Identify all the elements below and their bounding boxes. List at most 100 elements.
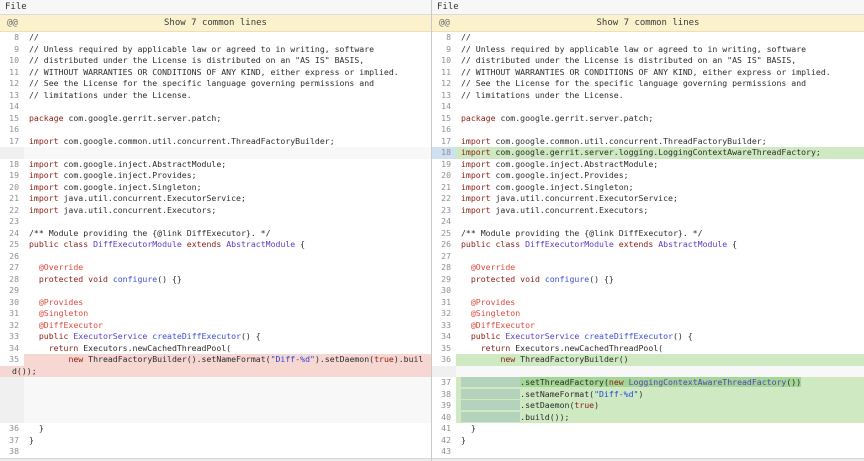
code-rows-left: 8//9// Unless required by applicable law…: [0, 32, 431, 458]
code-line-text: [24, 147, 431, 159]
code-line-text: d());: [12, 366, 431, 378]
line-number[interactable]: 14: [0, 101, 24, 113]
expand-common-lines-button[interactable]: @@ Show 7 common lines: [432, 15, 864, 32]
line-number[interactable]: 18: [0, 159, 24, 171]
line-number[interactable]: 32: [432, 308, 456, 320]
line-number[interactable]: 28: [0, 274, 24, 286]
line-number[interactable]: 16: [432, 124, 456, 136]
line-number[interactable]: 9: [0, 44, 24, 56]
line-number[interactable]: 15: [432, 113, 456, 125]
filler-row: [0, 400, 431, 412]
code-line-text: [456, 366, 864, 378]
line-number[interactable]: 29: [432, 274, 456, 286]
line-number[interactable]: 31: [432, 297, 456, 309]
code-line-text: import com.google.inject.AbstractModule;: [456, 159, 864, 171]
line-number[interactable]: 12: [0, 78, 24, 90]
line-number[interactable]: 33: [432, 320, 456, 332]
line-number[interactable]: 31: [0, 308, 24, 320]
filler-row: [0, 147, 431, 159]
code-row: 16: [0, 124, 431, 136]
line-number[interactable]: 37: [0, 435, 24, 447]
line-number[interactable]: 11: [432, 67, 456, 79]
line-number: [0, 400, 24, 412]
line-number[interactable]: 42: [432, 435, 456, 447]
filler-row: [0, 377, 431, 389]
line-number[interactable]: 37: [432, 377, 456, 389]
code-row: 19import com.google.inject.Provides;: [0, 170, 431, 182]
line-number[interactable]: 24: [432, 216, 456, 228]
line-number[interactable]: 36: [0, 423, 24, 435]
line-number[interactable]: 8: [432, 32, 456, 44]
code-line-text: // limitations under the License.: [24, 90, 431, 102]
line-number[interactable]: 14: [432, 101, 456, 113]
line-number[interactable]: 20: [0, 182, 24, 194]
line-number[interactable]: 22: [0, 205, 24, 217]
line-number[interactable]: 24: [0, 228, 24, 240]
hunk-marker: @@: [7, 15, 18, 31]
code-row: 8//: [432, 32, 864, 44]
line-number[interactable]: 16: [0, 124, 24, 136]
line-number[interactable]: 19: [0, 170, 24, 182]
code-line-text: [456, 285, 864, 297]
line-number[interactable]: 18: [432, 147, 456, 159]
line-number[interactable]: 13: [0, 90, 24, 102]
code-line-text: /** Module providing the {@link DiffExec…: [456, 228, 864, 240]
end-of-file-band: [0, 458, 431, 461]
code-row: 38 .setNameFormat("Diff-%d"): [432, 389, 864, 401]
filler-row: [0, 389, 431, 401]
code-row: 35 return Executors.newCachedThreadPool(: [432, 343, 864, 355]
line-number[interactable]: 27: [0, 262, 24, 274]
line-number[interactable]: 10: [432, 55, 456, 67]
code-row: 31 @Provides: [432, 297, 864, 309]
line-number[interactable]: 19: [432, 159, 456, 171]
line-number[interactable]: 20: [432, 170, 456, 182]
line-number[interactable]: 27: [432, 251, 456, 263]
line-number[interactable]: 9: [432, 44, 456, 56]
line-number[interactable]: 8: [0, 32, 24, 44]
line-number[interactable]: 30: [0, 297, 24, 309]
line-number[interactable]: 23: [432, 205, 456, 217]
code-row: 34 return Executors.newCachedThreadPool(: [0, 343, 431, 355]
line-number[interactable]: 39: [432, 400, 456, 412]
line-number[interactable]: 26: [432, 239, 456, 251]
code-row: 25/** Module providing the {@link DiffEx…: [432, 228, 864, 240]
code-line-text: @DiffExecutor: [456, 320, 864, 332]
line-number[interactable]: 21: [0, 193, 24, 205]
code-line-text: [24, 251, 431, 263]
expand-common-lines-button[interactable]: @@ Show 7 common lines: [0, 15, 431, 32]
line-number[interactable]: 43: [432, 446, 456, 458]
line-number: [0, 147, 24, 159]
line-number[interactable]: 40: [432, 412, 456, 424]
line-number[interactable]: 34: [0, 343, 24, 355]
line-number[interactable]: 41: [432, 423, 456, 435]
line-number[interactable]: 25: [0, 239, 24, 251]
line-number[interactable]: 17: [0, 136, 24, 148]
line-number[interactable]: 13: [432, 90, 456, 102]
line-number[interactable]: 11: [0, 67, 24, 79]
code-line-text: }: [456, 435, 864, 447]
line-number[interactable]: 29: [0, 285, 24, 297]
line-number[interactable]: 33: [0, 331, 24, 343]
code-row: 38: [0, 446, 431, 458]
line-number[interactable]: 12: [432, 78, 456, 90]
line-number[interactable]: 30: [432, 285, 456, 297]
line-number[interactable]: 34: [432, 331, 456, 343]
line-number[interactable]: 26: [0, 251, 24, 263]
line-number[interactable]: 38: [0, 446, 24, 458]
line-number[interactable]: 21: [432, 182, 456, 194]
code-line-text: import java.util.concurrent.ExecutorServ…: [456, 193, 864, 205]
line-number[interactable]: 35: [0, 354, 24, 366]
line-number[interactable]: 35: [432, 343, 456, 355]
line-number[interactable]: 32: [0, 320, 24, 332]
line-number[interactable]: 28: [432, 262, 456, 274]
code-line-text: package com.google.gerrit.server.patch;: [456, 113, 864, 125]
line-number[interactable]: 22: [432, 193, 456, 205]
line-number[interactable]: 23: [0, 216, 24, 228]
line-number[interactable]: 36: [432, 354, 456, 366]
line-number[interactable]: 17: [432, 136, 456, 148]
line-number[interactable]: 38: [432, 389, 456, 401]
line-number[interactable]: 25: [432, 228, 456, 240]
line-number[interactable]: 10: [0, 55, 24, 67]
code-row: 34 public ExecutorService createDiffExec…: [432, 331, 864, 343]
line-number[interactable]: 15: [0, 113, 24, 125]
